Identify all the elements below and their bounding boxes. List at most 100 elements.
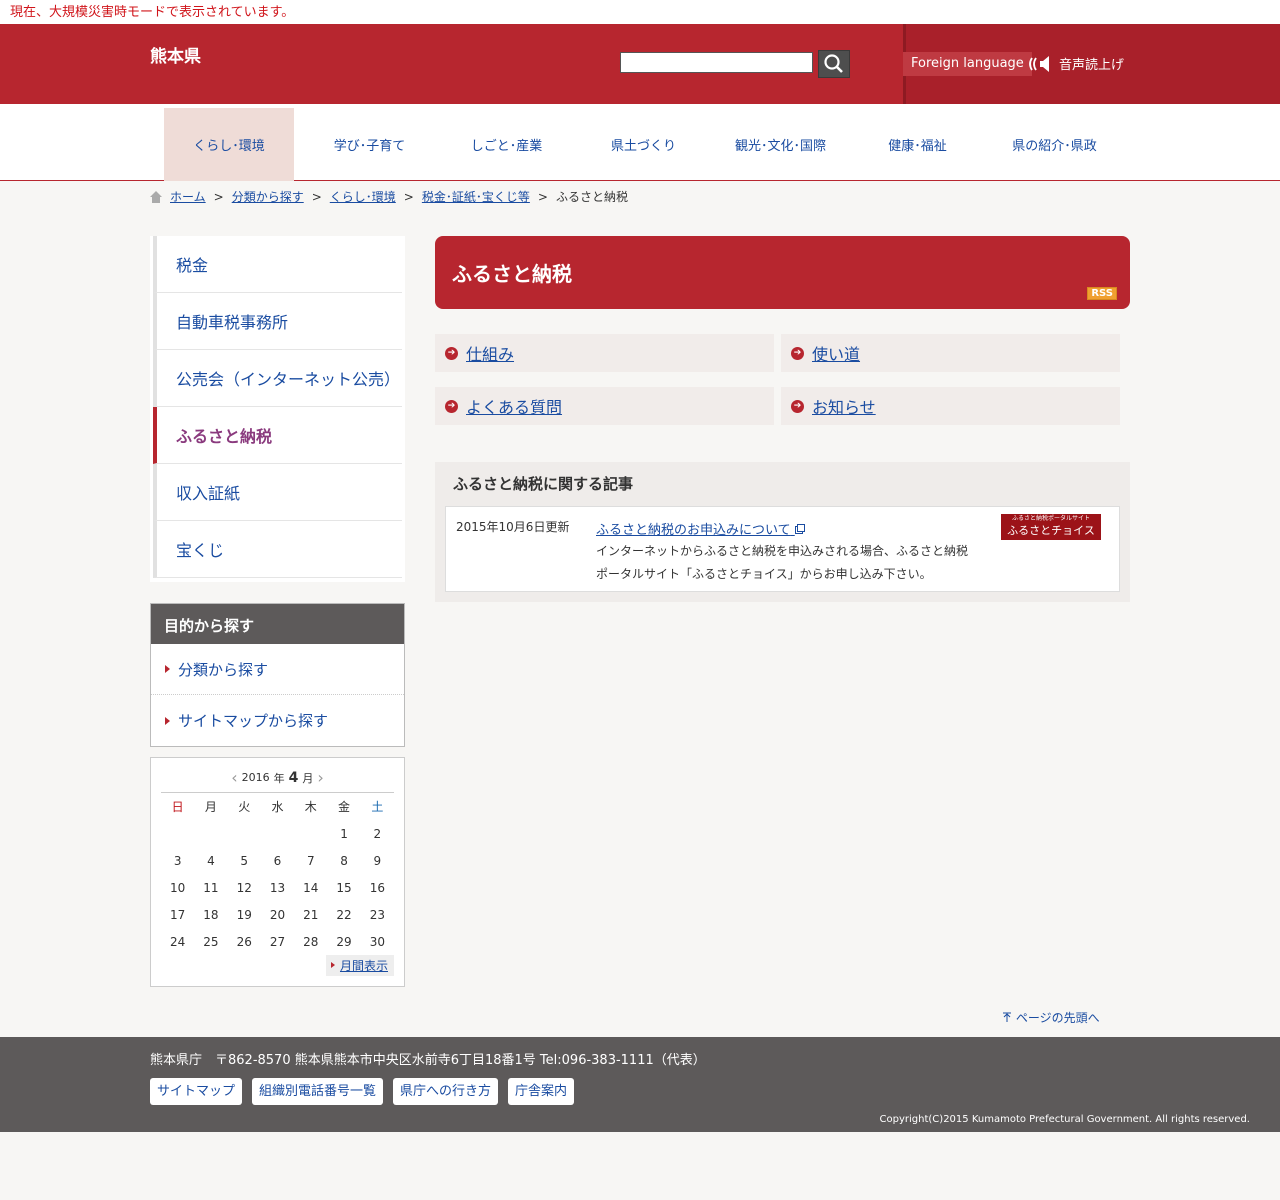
calendar-day: 2 xyxy=(373,826,382,841)
sidebar-item-furusato[interactable]: ふるさと納税 xyxy=(153,407,402,464)
dow-fri: 金 xyxy=(338,800,351,814)
circle-arrow-icon: ➔ xyxy=(445,399,458,413)
breadcrumb-tax[interactable]: 税金･証紙･宝くじ等 xyxy=(422,188,530,205)
home-icon xyxy=(150,190,162,203)
prev-month-icon[interactable]: ‹ xyxy=(231,768,237,787)
breadcrumb-category[interactable]: 分類から探す xyxy=(232,188,304,205)
rss-icon[interactable]: RSS xyxy=(1087,287,1117,300)
breadcrumb: ホーム > 分類から探す > くらし･環境 > 税金･証紙･宝くじ等 > ふるさ… xyxy=(150,188,628,205)
breadcrumb-separator: > xyxy=(403,189,414,204)
gnav-item-prefecture[interactable]: 県の紹介･県政 xyxy=(986,108,1123,181)
footer-link-sitemap[interactable]: サイトマップ xyxy=(150,1078,243,1105)
gnav-item-learning[interactable]: 学び･子育て xyxy=(301,108,438,181)
purpose-item-sitemap[interactable]: サイトマップから探す xyxy=(151,695,404,746)
circle-arrow-icon: ➔ xyxy=(791,346,804,360)
calendar-day: 1 xyxy=(340,826,348,841)
calendar-day: 13 xyxy=(269,880,286,895)
footer-link-building-guide[interactable]: 庁舎案内 xyxy=(508,1078,575,1105)
articles-section: ふるさと納税に関する記事 2015年10月6日更新 ふるさと納税のお申込みについ… xyxy=(435,462,1130,602)
category-link-usage: ➔ 使い道 xyxy=(781,334,1120,372)
furusato-choice-banner[interactable]: ふるさと納税ポータルサイト ふるさとチョイス xyxy=(1001,514,1101,540)
triangle-right-icon xyxy=(165,716,170,725)
category-link-label[interactable]: よくある質問 xyxy=(466,394,562,418)
gnav-item-tourism[interactable]: 観光･文化･国際 xyxy=(712,108,849,181)
calendar-dow-row: 日 月 火 水 木 金 土 xyxy=(161,793,394,820)
breadcrumb-separator: > xyxy=(213,189,224,204)
calendar-day: 27 xyxy=(269,934,286,949)
month-view-button[interactable]: 月間表示 xyxy=(325,955,394,976)
category-link-label[interactable]: 使い道 xyxy=(812,341,860,365)
dow-tue: 火 xyxy=(238,800,251,814)
sidebar-item-revenue-stamp[interactable]: 収入証紙 xyxy=(153,464,402,521)
breadcrumb-current: ふるさと納税 xyxy=(555,190,628,204)
footer-address: 熊本県庁 〒862-8570 熊本県熊本市中央区水前寺6丁目18番1号 Tel:… xyxy=(150,1053,706,1068)
speech-link[interactable]: 音声読上げ xyxy=(1027,54,1124,73)
dow-mon: 月 xyxy=(204,800,217,814)
category-link-label[interactable]: 仕組み xyxy=(466,341,514,365)
article-link[interactable]: ふるさと納税のお申込みについて xyxy=(596,519,805,538)
arrow-up-icon xyxy=(1003,1012,1011,1022)
calendar-day: 20 xyxy=(269,907,286,922)
calendar-day: 24 xyxy=(170,934,186,949)
calendar-year: 2016 xyxy=(241,771,270,784)
list-item: 2015年10月6日更新 ふるさと納税のお申込みについて インターネットからふる… xyxy=(445,506,1120,592)
triangle-right-icon xyxy=(165,665,170,673)
calendar-day: 4 xyxy=(207,853,215,868)
copyright: Copyright(C)2015 Kumamoto Prefectural Go… xyxy=(879,1114,1250,1125)
calendar-day: 14 xyxy=(303,880,319,895)
dow-wed: 水 xyxy=(271,800,284,814)
calendar-day: 8 xyxy=(340,853,348,868)
gnav-item-living[interactable]: くらし･環境 xyxy=(164,108,294,181)
next-month-icon[interactable]: › xyxy=(317,768,323,787)
breadcrumb-separator: > xyxy=(311,189,322,204)
sidebar-item-lottery[interactable]: 宝くじ xyxy=(153,521,402,578)
purpose-title: 目的から探す xyxy=(151,604,404,644)
sidebar-item-auto-tax-office[interactable]: 自動車税事務所 xyxy=(153,293,402,350)
search-button[interactable] xyxy=(818,50,850,78)
calendar-day: 5 xyxy=(240,853,249,868)
sidebar-item-tax[interactable]: 税金 xyxy=(153,236,402,293)
calendar-week: 10 11 12 13 14 15 16 xyxy=(161,874,394,901)
breadcrumb-home[interactable]: ホーム xyxy=(170,188,206,205)
speech-label: 音声読上げ xyxy=(1059,58,1125,73)
article-date: 2015年10月6日更新 xyxy=(456,520,570,534)
page-title: ふるさと納税 xyxy=(452,262,572,286)
site-title[interactable]: 熊本県 xyxy=(150,42,201,67)
calendar-day: 29 xyxy=(336,934,352,949)
calendar-day: 25 xyxy=(203,934,219,949)
calendar-day: 19 xyxy=(236,907,252,922)
breadcrumb-separator: > xyxy=(537,189,548,204)
site-header: 熊本県 Foreign language 音声読上げ xyxy=(0,24,1280,104)
foreign-language-link[interactable]: Foreign language xyxy=(903,52,1032,76)
purpose-item-category[interactable]: 分類から探す xyxy=(151,644,404,695)
gnav-item-work[interactable]: しごと･産業 xyxy=(438,108,575,181)
dow-sat: 土 xyxy=(371,800,384,814)
page-top-label: ページの先頭へ xyxy=(1015,1011,1100,1025)
dow-sun: 日 xyxy=(171,800,184,814)
calendar-week: 1 2 xyxy=(161,820,394,847)
sidebar-item-public-auction[interactable]: 公売会（インターネット公売） xyxy=(153,350,402,407)
calendar-day: 11 xyxy=(203,880,219,895)
gnav-item-health[interactable]: 健康･福祉 xyxy=(849,108,986,181)
article-description: インターネットからふるさと納税を申込みされる場合、ふるさと納税ポータルサイト「ふ… xyxy=(596,544,969,581)
calendar-day: 17 xyxy=(170,907,186,922)
calendar-week: 17 18 19 20 21 22 23 xyxy=(161,901,394,928)
gnav-item-land[interactable]: 県土づくり xyxy=(575,108,712,181)
footer-link-access[interactable]: 県庁への行き方 xyxy=(393,1078,499,1105)
breadcrumb-living[interactable]: くらし･環境 xyxy=(330,188,396,205)
calendar-day: 30 xyxy=(369,934,385,949)
banner-title: ふるさとチョイス xyxy=(1007,524,1095,537)
page-top-link[interactable]: ページの先頭へ xyxy=(1002,1009,1100,1026)
main-content: ふるさと納税 RSS ➔ 仕組み ➔ 使い道 ➔ よくある質問 ➔ お知らせ ふ… xyxy=(435,236,1130,602)
category-link-news: ➔ お知らせ xyxy=(781,387,1120,425)
category-link-label[interactable]: お知らせ xyxy=(812,394,876,418)
search-input[interactable] xyxy=(620,52,813,73)
calendar-day: 22 xyxy=(336,907,352,922)
calendar-grid: 日 月 火 水 木 金 土 1 2 3 4 5 6 7 8 9 10 11 12… xyxy=(161,792,394,955)
external-link-icon xyxy=(794,524,805,534)
footer-link-phone-list[interactable]: 組織別電話番号一覧 xyxy=(252,1078,384,1105)
purpose-box: 目的から探す 分類から探す サイトマップから探す xyxy=(150,603,405,747)
sidebar-menu: 税金 自動車税事務所 公売会（インターネット公売） ふるさと納税 収入証紙 宝く… xyxy=(150,236,405,582)
calendar-day: 7 xyxy=(306,853,315,868)
calendar-year-unit: 年 xyxy=(273,771,285,785)
